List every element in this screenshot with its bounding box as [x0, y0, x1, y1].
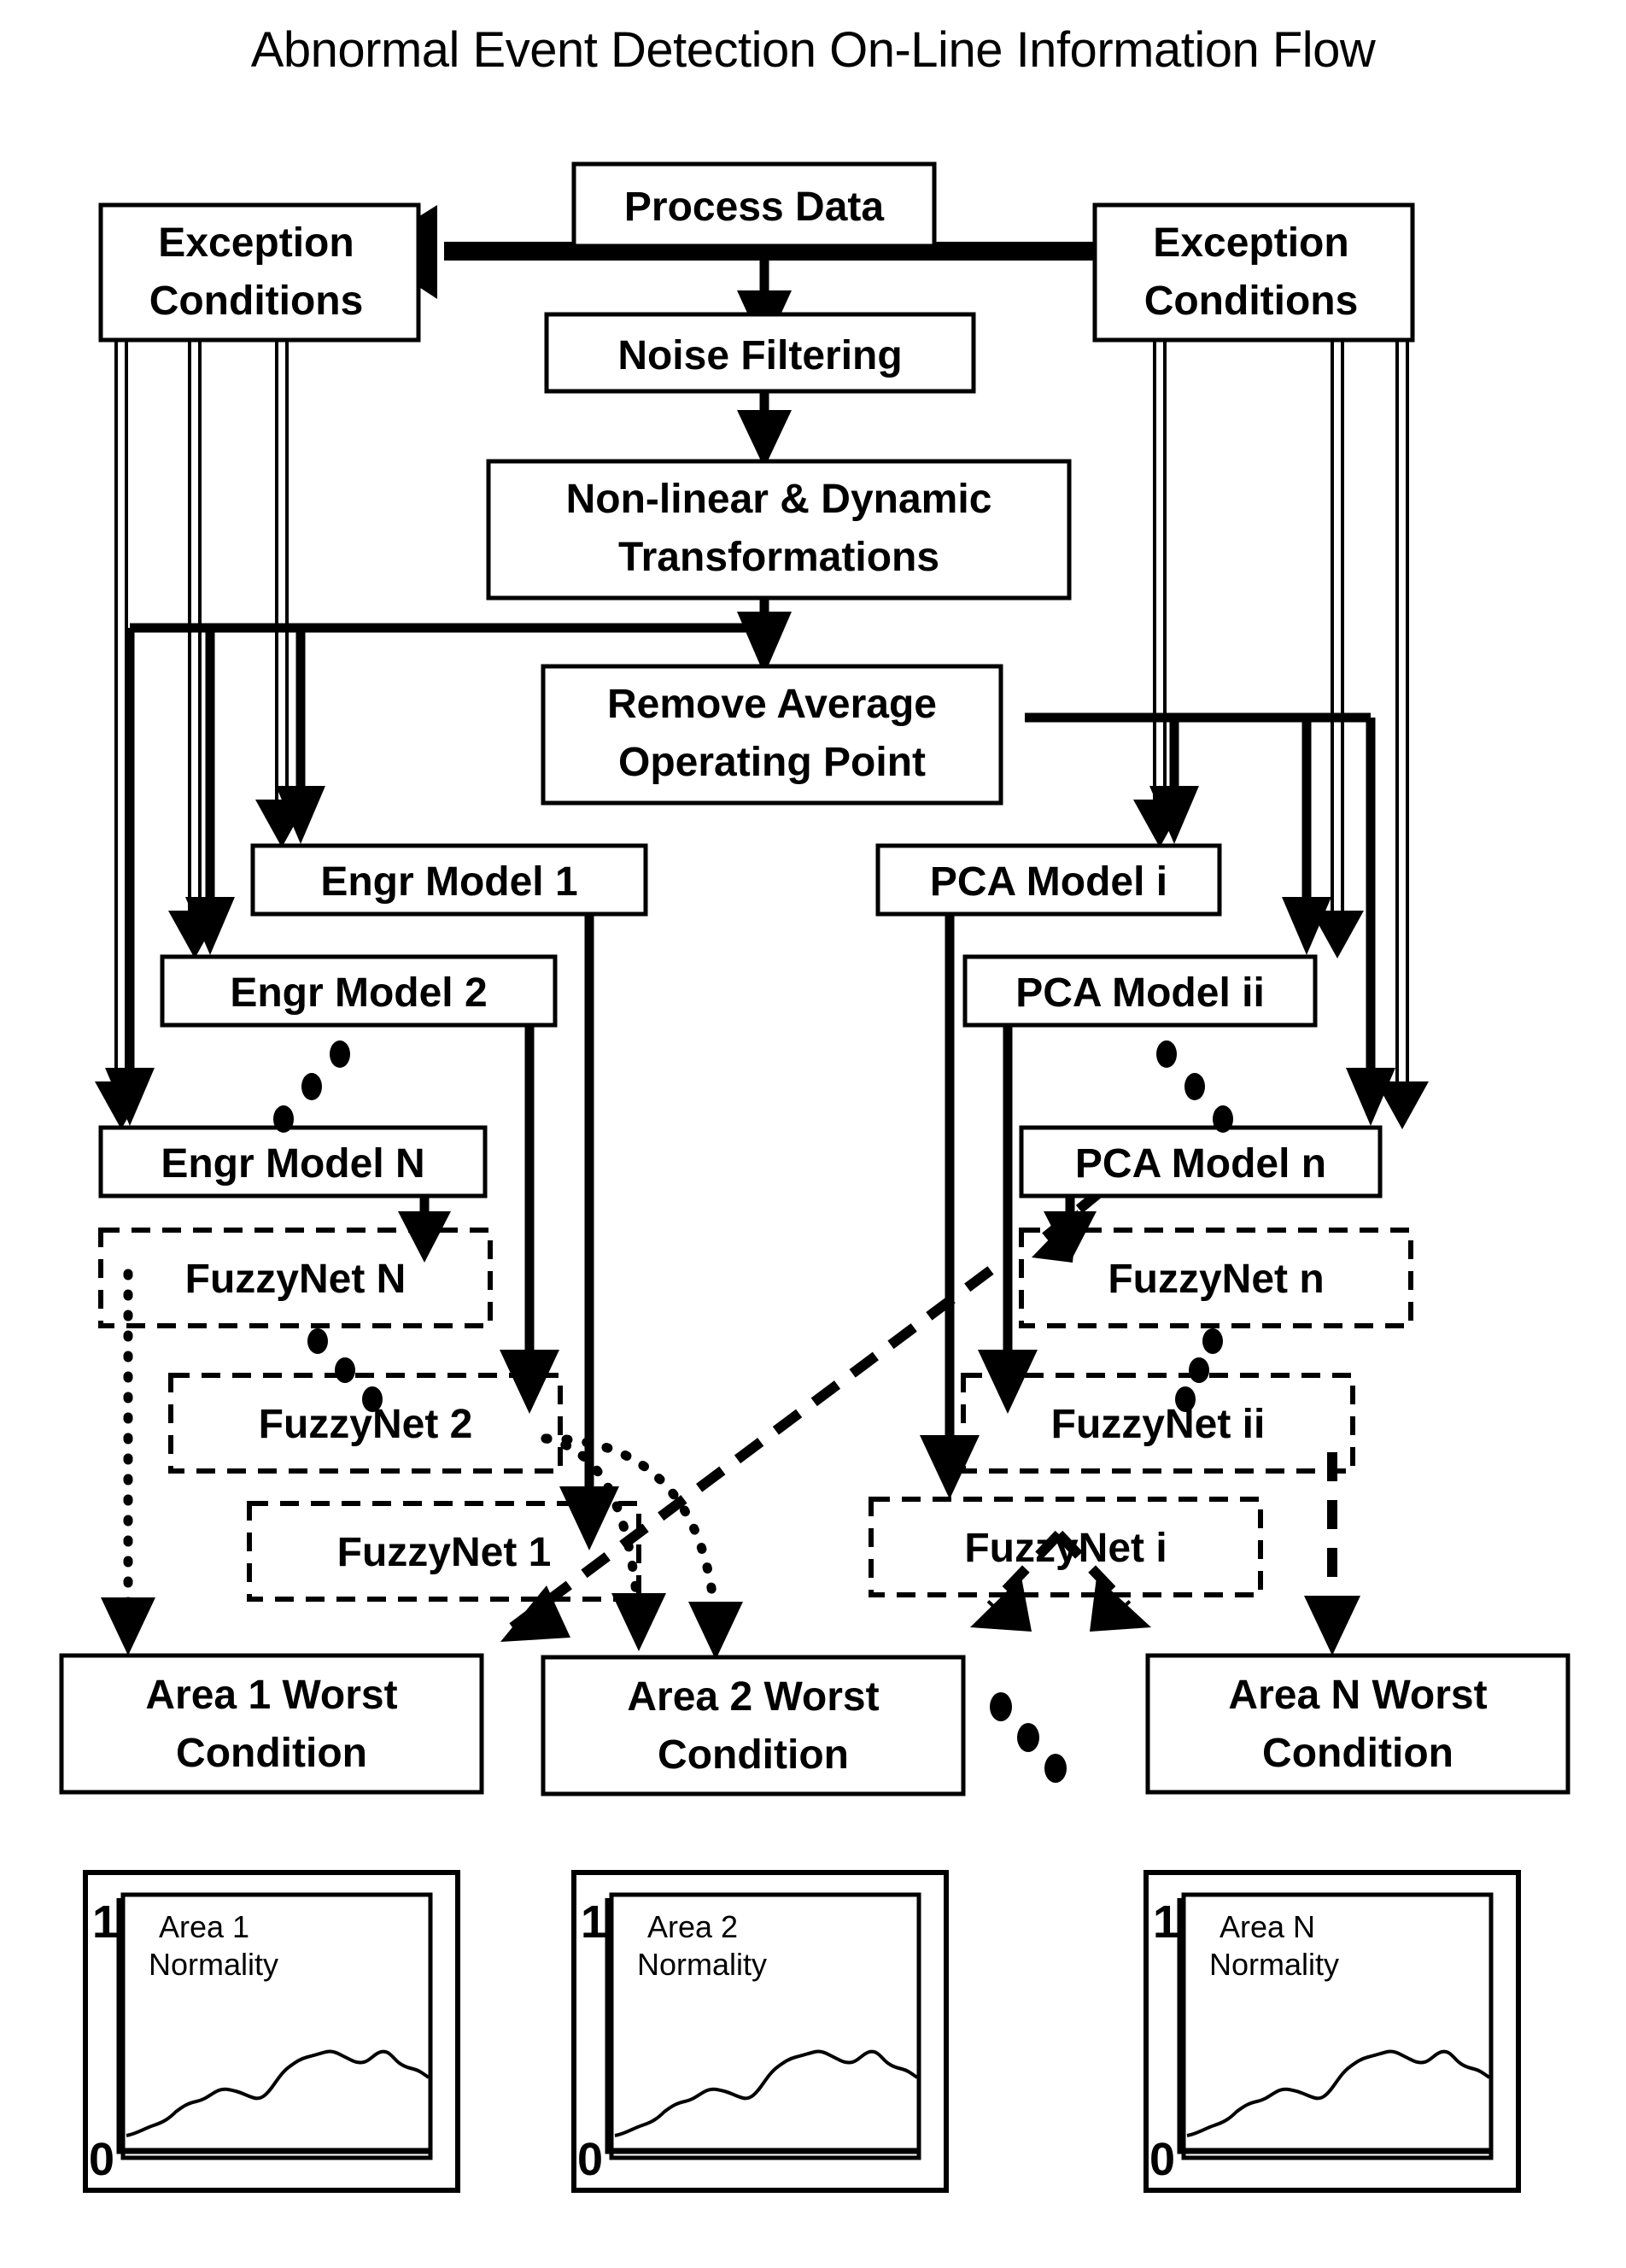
- pca-model-n-label: PCA Model n: [1075, 1141, 1326, 1187]
- flow-diagram-canvas: Abnormal Event Detection On-Line Informa…: [59, 22, 1570, 2193]
- engr-model-2-label: Engr Model 2: [230, 970, 487, 1016]
- fuzzynet-n-right-label: FuzzyNet n: [1108, 1257, 1324, 1302]
- ellipsis-dot-areas: [1044, 1754, 1067, 1783]
- arrowhead-dashed-areaN: [1304, 1596, 1360, 1656]
- node-process-data-label: Process Data: [624, 185, 884, 230]
- exception-right-line1: Exception: [1153, 220, 1348, 266]
- node-nonlinear-line1: Non-linear & Dynamic: [566, 477, 992, 522]
- chart1-y-top-label: 1: [92, 1896, 118, 1948]
- chart1-y-bottom-label: 0: [89, 2134, 114, 2185]
- chart-area-2-normality[interactable]: 1 0 Area 2 Normality: [571, 1870, 949, 2193]
- area-n-worst-line2: Condition: [1262, 1731, 1453, 1776]
- ellipsis-dot-pca: [1213, 1105, 1233, 1133]
- fuzzynet-i-label: FuzzyNet i: [964, 1526, 1167, 1571]
- arrowhead-pcai-fuzzyi: [920, 1435, 980, 1499]
- area-2-worst-line1: Area 2 Worst: [627, 1674, 879, 1720]
- chart3-y-bottom-label: 0: [1149, 2134, 1175, 2185]
- ellipsis-dot-engr: [301, 1073, 322, 1100]
- chart1-title-line1: Area 1: [159, 1909, 249, 1944]
- ellipsis-dot-fuzzy-right: [1175, 1386, 1196, 1412]
- ellipsis-dot-fuzzy-right: [1202, 1328, 1223, 1354]
- ellipsis-dot-areas: [990, 1692, 1012, 1721]
- node-remove-avg-line2: Operating Point: [618, 740, 926, 785]
- chart3-title-line1: Area N: [1220, 1909, 1315, 1944]
- ellipsis-dot-engr: [330, 1040, 350, 1068]
- ellipsis-dot-areas: [1017, 1723, 1039, 1752]
- pca-model-ii-label: PCA Model ii: [1015, 970, 1265, 1016]
- arrowhead-dashed-fuzzyi-areaN: [1090, 1577, 1151, 1632]
- arrowhead-dashed-fuzzyi-area2: [970, 1577, 1032, 1632]
- arrowhead-dotted-area2: [688, 1602, 743, 1660]
- pca-model-i-label: PCA Model i: [930, 859, 1167, 905]
- chart1-title-line2: Normality: [149, 1947, 278, 1982]
- chart2-y-bottom-label: 0: [577, 2134, 603, 2185]
- ellipsis-dot-fuzzy-left: [335, 1357, 355, 1383]
- arrowhead-dotted-area2-b: [611, 1593, 666, 1651]
- dashed-fuzzyn-area1: [509, 1266, 994, 1632]
- exception-left-line1: Exception: [158, 220, 354, 266]
- chart-area-n-normality[interactable]: 1 0 Area N Normality: [1143, 1870, 1521, 2193]
- ellipsis-dot-fuzzy-left: [307, 1328, 328, 1354]
- area-n-worst-line1: Area N Worst: [1228, 1673, 1487, 1718]
- area-1-worst-line2: Condition: [176, 1731, 367, 1776]
- ellipsis-dot-fuzzy-left: [362, 1386, 383, 1412]
- page-title: Abnormal Event Detection On-Line Informa…: [251, 22, 1377, 78]
- fuzzynet-n-label: FuzzyNet N: [185, 1257, 406, 1302]
- area-1-worst-line1: Area 1 Worst: [145, 1673, 397, 1718]
- chart-area-1-normality[interactable]: 1 0 Area 1 Normality: [83, 1870, 460, 2193]
- ellipsis-dot-pca: [1156, 1040, 1177, 1068]
- ellipsis-dot-engr: [273, 1105, 294, 1133]
- diagram-page: Abnormal Event Detection On-Line Informa…: [0, 0, 1626, 2268]
- engr-model-1-label: Engr Model 1: [320, 859, 577, 905]
- exception-left-line2: Conditions: [149, 278, 364, 324]
- node-remove-avg-line1: Remove Average: [607, 682, 937, 727]
- arrowhead-engr1-fuzzy1: [559, 1486, 619, 1550]
- arrowhead-pcaii-fuzzyii: [978, 1350, 1038, 1414]
- node-noise-filtering-label: Noise Filtering: [617, 333, 902, 378]
- chart2-title-line1: Area 2: [647, 1909, 738, 1944]
- ellipsis-dot-fuzzy-right: [1189, 1357, 1209, 1383]
- fuzzynet-ii-label: FuzzyNet ii: [1051, 1402, 1266, 1447]
- chart2-y-top-label: 1: [581, 1896, 606, 1948]
- ellipsis-dot-pca: [1184, 1073, 1205, 1100]
- engr-model-n-label: Engr Model N: [161, 1141, 424, 1187]
- dotted-links: [101, 1269, 743, 1660]
- node-nonlinear-line2: Transformations: [618, 535, 939, 580]
- arrowhead-engr2-fuzzy2: [500, 1350, 559, 1414]
- chart2-title-line2: Normality: [637, 1947, 767, 1982]
- arrowhead-dotted-area1: [101, 1597, 155, 1656]
- arrowhead-engrN-fuzzyN: [398, 1211, 451, 1263]
- chart3-y-top-label: 1: [1153, 1896, 1179, 1948]
- chart3-title-line2: Normality: [1209, 1947, 1339, 1982]
- fuzzynet-1-label: FuzzyNet 1: [337, 1530, 552, 1575]
- area-2-worst-line2: Condition: [658, 1732, 849, 1778]
- exception-right-line2: Conditions: [1144, 278, 1359, 324]
